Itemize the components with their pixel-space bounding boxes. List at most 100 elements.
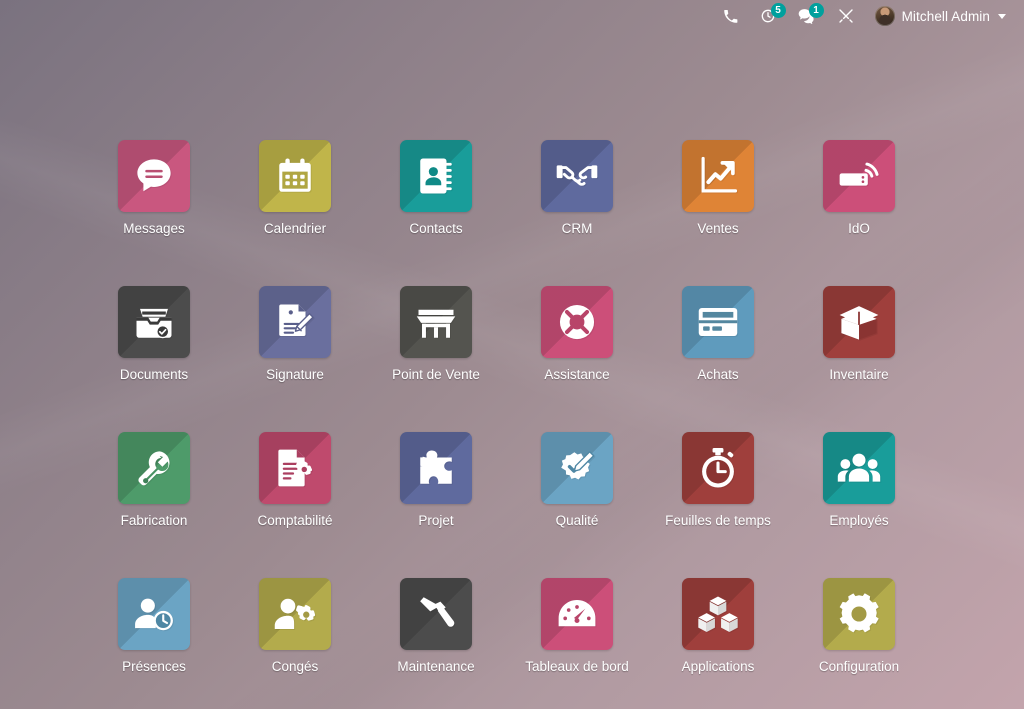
app-label: Présences [122, 659, 186, 674]
app-icon-background [541, 140, 613, 212]
app-tile-inventaire[interactable]: Inventaire [823, 286, 895, 382]
app-icon-background [541, 432, 613, 504]
puzzle-piece-icon [400, 432, 472, 504]
app-tile-tableaux-de-bord[interactable]: Tableaux de bord [525, 578, 629, 674]
app-tile-crm[interactable]: CRM [541, 140, 613, 236]
developer-tools-button[interactable] [827, 0, 865, 32]
app-icon-background [823, 578, 895, 650]
app-icon-background [823, 286, 895, 358]
chevron-down-icon [998, 13, 1006, 19]
app-icon-background [118, 432, 190, 504]
lifebuoy-icon [541, 286, 613, 358]
hammer-icon [400, 578, 472, 650]
app-tile-employ-s[interactable]: Employés [823, 432, 895, 528]
app-label: Achats [697, 367, 739, 382]
app-label: Congés [271, 659, 319, 674]
app-label: Fabrication [120, 513, 188, 528]
messages-button[interactable]: 1 [787, 0, 827, 32]
app-label: Messages [123, 221, 185, 236]
app-label: CRM [561, 221, 593, 236]
app-icon-background [541, 578, 613, 650]
activities-button[interactable]: 5 [749, 0, 787, 32]
app-tile-achats[interactable]: Achats [682, 286, 754, 382]
app-label: Employés [829, 513, 889, 528]
app-label: Applications [681, 659, 755, 674]
quality-seal-icon [541, 432, 613, 504]
user-menu[interactable]: Mitchell Admin [865, 0, 1010, 32]
app-tile-ido[interactable]: IdO [823, 140, 895, 236]
open-box-icon [823, 286, 895, 358]
app-label: Projet [418, 513, 454, 528]
app-label: Feuilles de temps [665, 513, 771, 528]
gauge-icon [541, 578, 613, 650]
person-gear-icon [259, 578, 331, 650]
messages-badge: 1 [808, 3, 824, 18]
app-tile-maintenance[interactable]: Maintenance [397, 578, 475, 674]
app-tile-projet[interactable]: Projet [400, 432, 472, 528]
calendar-icon [259, 140, 331, 212]
app-tile-feuilles-de-temps[interactable]: Feuilles de temps [665, 432, 771, 528]
developer-tools-icon [838, 8, 854, 24]
activities-badge: 5 [770, 3, 786, 18]
app-tile-pr-sences[interactable]: Présences [118, 578, 190, 674]
sign-document-icon [259, 286, 331, 358]
app-label: IdO [848, 221, 870, 236]
phone-button[interactable] [712, 0, 749, 32]
app-tile-configuration[interactable]: Configuration [819, 578, 899, 674]
user-name: Mitchell Admin [901, 8, 990, 24]
app-icon-background [400, 286, 472, 358]
app-label: Inventaire [829, 367, 889, 382]
storefront-icon [400, 286, 472, 358]
app-tile-documents[interactable]: Documents [118, 286, 190, 382]
app-icon-background [400, 578, 472, 650]
app-tile-assistance[interactable]: Assistance [541, 286, 613, 382]
address-book-icon [400, 140, 472, 212]
app-label: Signature [266, 367, 324, 382]
app-icon-background [823, 432, 895, 504]
cubes-icon [682, 578, 754, 650]
avatar [874, 6, 895, 26]
app-label: Qualité [555, 513, 599, 528]
app-label: Configuration [818, 659, 900, 674]
app-tile-point-de-vente[interactable]: Point de Vente [392, 286, 480, 382]
app-tile-contacts[interactable]: Contacts [400, 140, 472, 236]
app-tile-applications[interactable]: Applications [682, 578, 754, 674]
app-icon-background [259, 432, 331, 504]
chat-bubble-icon [118, 140, 190, 212]
app-tile-cong-s[interactable]: Congés [259, 578, 331, 674]
person-clock-icon [118, 578, 190, 650]
app-icon-background [118, 578, 190, 650]
app-icon-background [541, 286, 613, 358]
app-label: Documents [119, 367, 189, 382]
app-label: Contacts [409, 221, 463, 236]
app-icon-background [118, 286, 190, 358]
wrench-icon [118, 432, 190, 504]
app-icon-background [682, 286, 754, 358]
app-tile-comptabilit[interactable]: Comptabilité [257, 432, 333, 528]
file-tray-check-icon [118, 286, 190, 358]
app-icon-background [400, 432, 472, 504]
handshake-icon [541, 140, 613, 212]
gear-icon [823, 578, 895, 650]
app-label: Assistance [544, 367, 610, 382]
app-label: Tableaux de bord [525, 659, 629, 674]
app-icon-background [400, 140, 472, 212]
phone-icon [723, 9, 738, 24]
app-tile-fabrication[interactable]: Fabrication [118, 432, 190, 528]
app-label: Calendrier [263, 221, 327, 236]
app-tile-qualit[interactable]: Qualité [541, 432, 613, 528]
people-group-icon [823, 432, 895, 504]
app-label: Maintenance [397, 659, 475, 674]
app-label: Point de Vente [392, 367, 480, 382]
app-label: Comptabilité [257, 513, 333, 528]
app-tile-messages[interactable]: Messages [118, 140, 190, 236]
app-tile-signature[interactable]: Signature [259, 286, 331, 382]
app-icon-background [259, 578, 331, 650]
trending-up-icon [682, 140, 754, 212]
credit-card-icon [682, 286, 754, 358]
app-tile-calendrier[interactable]: Calendrier [259, 140, 331, 236]
app-label: Ventes [697, 221, 739, 236]
app-icon-background [823, 140, 895, 212]
app-tile-ventes[interactable]: Ventes [682, 140, 754, 236]
systray: 5 1 Mitchell Admin [0, 0, 1024, 32]
